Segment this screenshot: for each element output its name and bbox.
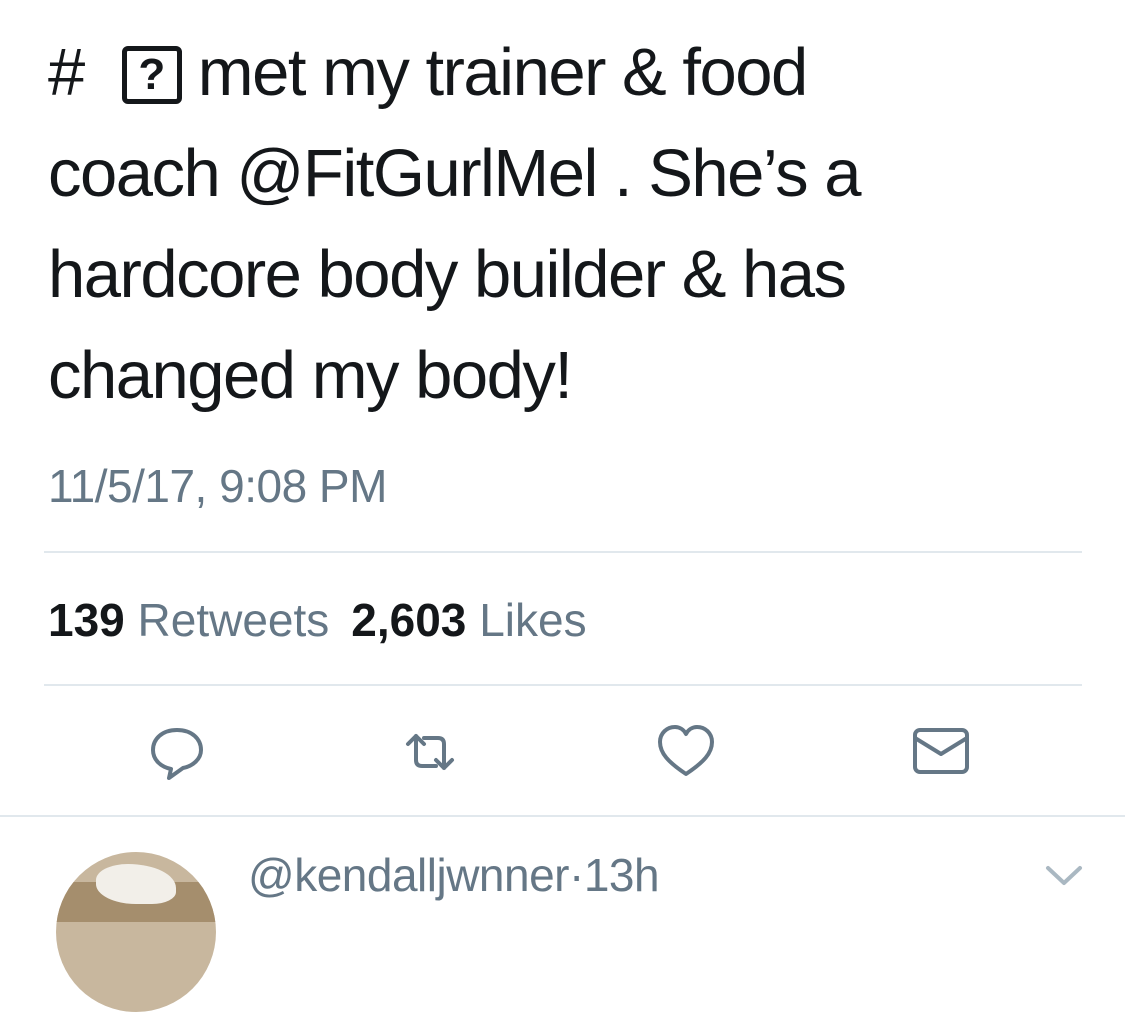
retweets-label: Retweets	[137, 594, 330, 646]
tweet-line-1-text: met my trainer & food	[197, 35, 808, 110]
meta-separator: ·	[568, 849, 584, 901]
reply-meta: @kendalljwnner·13h	[248, 846, 660, 904]
chevron-down-icon	[1046, 866, 1082, 885]
tweet-line-2: coach @FitGurlMel . She’s a	[48, 136, 861, 211]
divider	[44, 551, 1082, 553]
hashtag-symbol[interactable]: #	[48, 35, 85, 110]
retweet-icon	[406, 734, 454, 770]
likes-label: Likes	[479, 594, 587, 646]
reply-item[interactable]: @kendalljwnner·13h	[0, 840, 1125, 1012]
tweet-stats: 139 Retweets 2,603 Likes	[48, 590, 587, 650]
avatar[interactable]	[56, 852, 216, 1012]
reply-age: 13h	[583, 849, 660, 901]
tweet-text: #? met my trainer & food coach @FitGurlMe…	[48, 22, 948, 426]
like-button[interactable]	[656, 722, 716, 782]
missing-emoji-icon: ?	[121, 46, 182, 104]
envelope-icon	[913, 728, 969, 774]
tweet-timestamp[interactable]: 11/5/17, 9:08 PM	[48, 456, 387, 516]
likes-stat[interactable]: 2,603 Likes	[351, 594, 586, 646]
tweet-line-3: hardcore body builder & has	[48, 237, 847, 312]
divider	[0, 815, 1125, 817]
retweets-count: 139	[48, 594, 125, 646]
retweets-stat[interactable]: 139 Retweets	[48, 594, 329, 646]
reply-handle[interactable]: @kendalljwnner	[248, 849, 569, 901]
heart-icon	[658, 725, 714, 776]
divider	[44, 684, 1082, 686]
tweet-actions	[0, 722, 1125, 782]
tweet-line-1: #? met my trainer & food	[48, 22, 948, 123]
tweet-line-4: changed my body!	[48, 338, 573, 413]
more-options-button[interactable]	[1044, 864, 1084, 888]
retweet-button[interactable]	[400, 722, 460, 782]
likes-count: 2,603	[351, 594, 467, 646]
reply-button[interactable]	[147, 722, 207, 782]
reply-icon	[151, 728, 203, 780]
direct-message-button[interactable]	[910, 722, 970, 782]
